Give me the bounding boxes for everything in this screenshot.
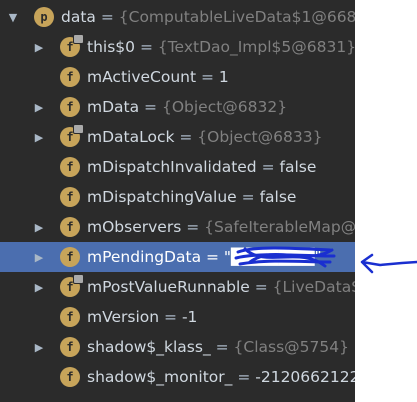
equals-sign: =	[249, 278, 273, 296]
variable-row-data[interactable]: ▼ p data = {ComputableLiveData$1@6688}	[0, 2, 355, 32]
variable-name: data	[61, 8, 96, 26]
expand-arrow-icon[interactable]: ▶	[32, 92, 46, 122]
variable-row-mactivecount[interactable]: f mActiveCount = 1	[0, 62, 355, 92]
variable-value: false	[259, 188, 297, 206]
equals-sign: =	[232, 368, 256, 386]
variable-row-mversion[interactable]: f mVersion = -1	[0, 302, 355, 332]
expand-arrow-icon[interactable]: ▶	[32, 32, 46, 62]
variable-name: mPendingData	[87, 248, 202, 266]
variable-name: mActiveCount	[87, 68, 197, 86]
collapse-arrow-icon[interactable]: ▼	[6, 2, 20, 32]
variable-value: "███████"	[223, 248, 322, 266]
variable-text: mPendingData = "███████"	[87, 242, 322, 272]
variable-value: 1	[218, 68, 229, 86]
field-icon: f	[60, 274, 84, 297]
variable-value: {Object@6832}	[161, 98, 288, 116]
lock-icon	[73, 124, 84, 134]
variable-text: mDataLock = {Object@6833}	[87, 122, 322, 152]
variable-name: mVersion	[87, 308, 160, 326]
field-icon: f	[60, 34, 84, 57]
field-icon: f	[60, 367, 80, 387]
expand-arrow-icon[interactable]: ▶	[32, 122, 46, 152]
variable-text: data = {ComputableLiveData$1@6688}	[61, 2, 355, 32]
variable-name: mObservers	[87, 218, 182, 236]
expand-arrow-icon[interactable]: ▶	[32, 242, 46, 272]
variable-value: {Object@6833}	[197, 128, 323, 146]
equals-sign: =	[236, 188, 260, 206]
variable-value: -1	[181, 308, 198, 326]
expand-arrow-icon[interactable]: ▶	[32, 272, 46, 302]
field-icon: f	[60, 157, 80, 177]
variable-value: {Class@5754} "c	[233, 338, 355, 356]
equals-sign: =	[139, 98, 162, 116]
equals-sign: =	[159, 308, 182, 326]
variable-value: {LiveDataS	[272, 278, 355, 296]
variable-text: mActiveCount = 1	[87, 62, 229, 92]
variable-text: shadow$_klass_ = {Class@5754} "c	[87, 332, 355, 362]
equals-sign: =	[256, 158, 280, 176]
variable-name: mData	[87, 98, 140, 116]
variable-name: mDispatchInvalidated	[87, 158, 257, 176]
field-icon: f	[60, 217, 80, 237]
expand-arrow-icon[interactable]: ▶	[32, 332, 46, 362]
variable-value: false	[279, 158, 317, 176]
variable-text: mVersion = -1	[87, 302, 197, 332]
field-icon: f	[60, 67, 80, 87]
equals-sign: =	[135, 38, 158, 56]
field-icon: f	[60, 97, 80, 117]
field-icon: f	[60, 124, 84, 147]
variable-text: mObservers = {SafeIterableMap@6834}	[87, 212, 355, 242]
variable-text: mPostValueRunnable = {LiveDataS	[87, 272, 355, 302]
variable-text: mDispatchingValue = false	[87, 182, 296, 212]
variable-row-mpendingdata[interactable]: ▶ f mPendingData = "███████"	[0, 242, 355, 272]
equals-sign: =	[181, 218, 205, 236]
equals-sign: =	[196, 68, 219, 86]
variable-row-mobservers[interactable]: ▶ f mObservers = {SafeIterableMap@6834}	[0, 212, 355, 242]
field-icon: f	[60, 337, 80, 357]
variable-value: -2120662122	[255, 368, 355, 386]
variable-value: {SafeIterableMap@6834}	[204, 218, 355, 236]
variable-row-mdatalock[interactable]: ▶ f mDataLock = {Object@6833}	[0, 122, 355, 152]
variable-name: mDataLock	[87, 128, 175, 146]
variables-tree[interactable]: ▼ p data = {ComputableLiveData$1@6688} ▶ f th…	[0, 0, 355, 402]
variable-text: shadow$_monitor_ = -2120662122	[87, 362, 355, 392]
variable-name: mDispatchingValue	[87, 188, 237, 206]
equals-sign: =	[174, 128, 198, 146]
annotation-arrow	[360, 253, 417, 274]
variable-text: mData = {Object@6832}	[87, 92, 287, 122]
variable-name: shadow$_monitor_	[87, 368, 233, 386]
field-icon: f	[60, 247, 80, 267]
equals-sign: =	[201, 248, 224, 266]
variable-row-shadow-monitor-[interactable]: f shadow$_monitor_ = -2120662122	[0, 362, 355, 392]
field-icon: f	[60, 187, 80, 207]
variable-name: mPostValueRunnable	[87, 278, 250, 296]
parameter-icon: p	[34, 7, 54, 27]
expand-arrow-icon[interactable]: ▶	[32, 212, 46, 242]
variable-row-mdispatchinvalidated[interactable]: f mDispatchInvalidated = false	[0, 152, 355, 182]
lock-icon	[73, 34, 84, 44]
lock-icon	[73, 274, 84, 284]
variable-value: {TextDao_Impl$5@6831}	[157, 38, 355, 56]
variable-name: shadow$_klass_	[87, 338, 211, 356]
variable-row-mpostvaluerunnable[interactable]: ▶ f mPostValueRunnable = {LiveDataS	[0, 272, 355, 302]
variable-text: mDispatchInvalidated = false	[87, 152, 316, 182]
equals-sign: =	[210, 338, 234, 356]
variable-text: this$0 = {TextDao_Impl$5@6831}	[87, 32, 355, 62]
variable-row-this-0[interactable]: ▶ f this$0 = {TextDao_Impl$5@6831}	[0, 32, 355, 62]
variable-row-shadow-klass-[interactable]: ▶ f shadow$_klass_ = {Class@5754} "c	[0, 332, 355, 362]
variable-row-mdispatchingvalue[interactable]: f mDispatchingValue = false	[0, 182, 355, 212]
variable-row-mdata[interactable]: ▶ f mData = {Object@6832}	[0, 92, 355, 122]
variable-name: this$0	[87, 38, 136, 56]
equals-sign: =	[95, 8, 119, 26]
field-icon: f	[60, 307, 80, 327]
variable-value: {ComputableLiveData$1@6688}	[118, 8, 355, 26]
